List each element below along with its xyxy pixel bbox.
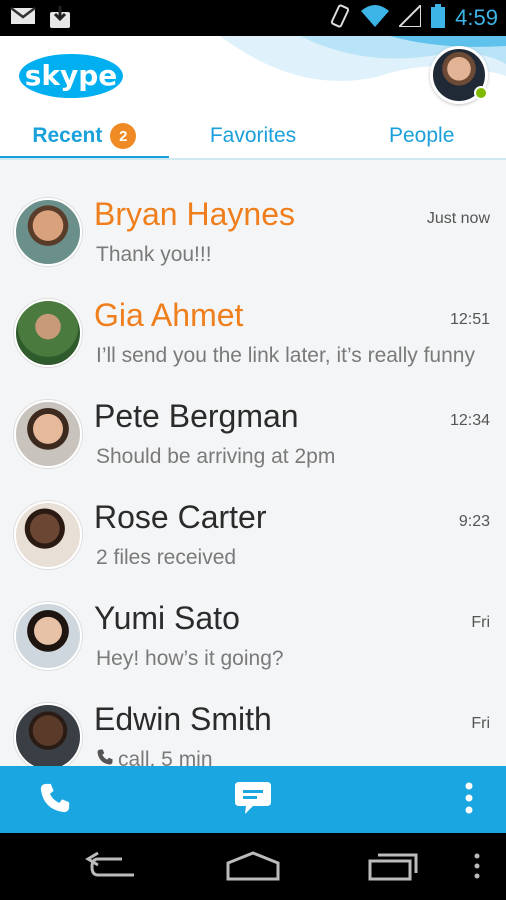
recent-apps-button[interactable] [366, 849, 420, 887]
tab-divider [0, 158, 506, 160]
contact-avatar [14, 299, 82, 367]
menu-icon [472, 853, 482, 887]
message-time: Just now [426, 210, 490, 227]
wifi-icon [361, 5, 390, 31]
vibrate-icon [329, 4, 351, 32]
bottom-action-bar [0, 766, 506, 833]
phone-icon [38, 781, 72, 819]
call-button[interactable] [20, 766, 90, 833]
contact-name: Yumi Sato [94, 600, 240, 636]
contact-avatar [14, 198, 82, 266]
skype-logo-text: skype [25, 59, 118, 92]
app-header: skype Recent 2 Favorites People [0, 36, 506, 160]
status-bar: 4:59 [0, 0, 506, 36]
skype-logo: skype [19, 54, 123, 98]
presence-online-indicator [474, 86, 488, 100]
message-time: Fri [471, 614, 490, 631]
tab-bar: Recent 2 Favorites People [0, 112, 506, 160]
message-time: 12:34 [449, 412, 490, 429]
message-time: 9:23 [458, 513, 490, 530]
contact-avatar [14, 703, 82, 771]
conversation-item[interactable]: Gia Ahmet 12:51 I’ll send you the link l… [0, 263, 506, 367]
tab-label: People [388, 124, 455, 147]
status-time: 4:59 [455, 5, 498, 30]
message-time: Fri [471, 715, 490, 732]
system-nav-bar [0, 833, 506, 900]
contact-name: Edwin Smith [94, 701, 272, 737]
skype-app: skype Recent 2 Favorites People Bryan Ha… [0, 36, 506, 833]
back-icon [84, 851, 140, 887]
overflow-menu-button[interactable] [444, 766, 494, 833]
contact-name: Bryan Haynes [94, 196, 295, 232]
recents-icon [366, 853, 420, 887]
contact-name: Pete Bergman [94, 398, 299, 434]
contact-name: Rose Carter [94, 499, 267, 535]
unread-badge: 2 [110, 123, 137, 149]
contact-avatar [14, 501, 82, 569]
signal-icon [396, 2, 423, 31]
tab-label: Favorites [209, 124, 297, 147]
conversation-item[interactable]: Yumi Sato Fri Hey! how’s it going? [0, 566, 506, 670]
contact-name: Gia Ahmet [94, 297, 244, 333]
gmail-icon [10, 6, 36, 34]
new-chat-button[interactable] [218, 766, 288, 833]
conversation-item[interactable]: Bryan Haynes Just now Thank you!!! [0, 162, 506, 266]
overflow-menu-icon [464, 781, 474, 819]
home-button[interactable] [224, 849, 282, 887]
tab-label: Recent [32, 124, 103, 147]
tab-favorites[interactable]: Favorites [169, 112, 338, 160]
conversation-item[interactable]: Edwin Smith Fri call, 5 min [0, 667, 506, 771]
battery-icon [431, 4, 446, 32]
home-icon [224, 851, 282, 887]
chat-icon [233, 780, 273, 820]
contact-avatar [14, 602, 82, 670]
download-icon [48, 6, 72, 34]
message-time: 12:51 [449, 311, 490, 328]
contact-avatar [14, 400, 82, 468]
back-button[interactable] [84, 849, 140, 887]
tab-recent[interactable]: Recent 2 [0, 112, 169, 160]
conversation-list: Bryan Haynes Just now Thank you!!! Gia A… [0, 162, 506, 771]
conversation-item[interactable]: Pete Bergman 12:34 Should be arriving at… [0, 364, 506, 468]
menu-button[interactable] [472, 849, 482, 887]
tab-people[interactable]: People [337, 112, 506, 160]
conversation-item[interactable]: Rose Carter 9:23 2 files received [0, 465, 506, 569]
